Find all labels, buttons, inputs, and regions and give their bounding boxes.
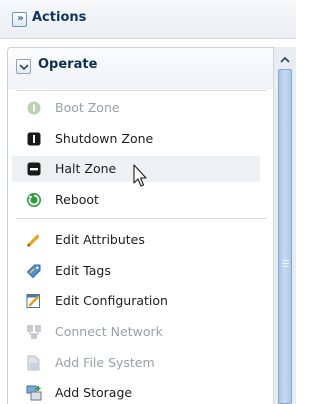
menu-item-label: Boot Zone [55, 100, 120, 115]
menu-item-label: Add Storage [55, 385, 133, 400]
menu-item-edit-tags[interactable]: Edit Tags [12, 258, 260, 284]
boot-zone-icon [26, 100, 42, 116]
scroll-up-icon[interactable] [278, 53, 292, 67]
chevron-down-icon[interactable] [16, 59, 31, 74]
reboot-icon [26, 192, 42, 208]
menu-item-connect-network[interactable]: Connect Network [12, 319, 260, 345]
vertical-scrollbar[interactable] [273, 47, 296, 404]
add-file-system-icon [26, 355, 42, 371]
menu-item-label: Halt Zone [55, 161, 117, 176]
add-storage-icon [26, 385, 42, 401]
divider [16, 90, 266, 91]
halt-zone-icon [26, 161, 42, 177]
menu-item-add-storage[interactable]: Add Storage [12, 380, 260, 404]
menu-item-edit-attributes[interactable]: Edit Attributes [12, 227, 260, 253]
edit-config-icon [26, 293, 42, 309]
menu-item-add-file-system[interactable]: Add File System [12, 350, 260, 376]
connect-network-icon [26, 324, 42, 340]
menu-item-shutdown-zone[interactable]: Shutdown Zone [12, 126, 260, 152]
menu-item-label: Add File System [55, 355, 155, 370]
scroll-grip-icon [282, 260, 289, 269]
operate-panel-header[interactable]: Operate [8, 48, 273, 89]
shutdown-zone-icon [26, 131, 42, 147]
menu-item-label: Edit Attributes [55, 232, 145, 247]
tag-icon [26, 263, 42, 279]
menu-item-boot-zone[interactable]: Boot Zone [12, 95, 260, 121]
actions-title: Actions [32, 10, 87, 25]
menu-item-label: Connect Network [55, 324, 163, 339]
divider [16, 218, 266, 219]
menu-item-reboot[interactable]: Reboot [12, 187, 260, 213]
menu-item-label: Edit Configuration [55, 293, 168, 308]
scroll-thumb[interactable] [278, 69, 292, 404]
pencil-icon [26, 232, 42, 248]
mouse-pointer-icon [133, 164, 149, 190]
double-chevron-right-icon[interactable]: » [12, 12, 27, 27]
menu-item-edit-configuration[interactable]: Edit Configuration [12, 288, 260, 314]
actions-bar: » Actions [0, 0, 296, 39]
menu-item-label: Shutdown Zone [55, 131, 154, 146]
menu-item-label: Edit Tags [55, 263, 111, 278]
menu-item-label: Reboot [55, 192, 99, 207]
operate-panel-title: Operate [38, 57, 98, 72]
operate-panel: Operate Boot Zone Shutdown Zone Halt Zon… [7, 47, 273, 404]
